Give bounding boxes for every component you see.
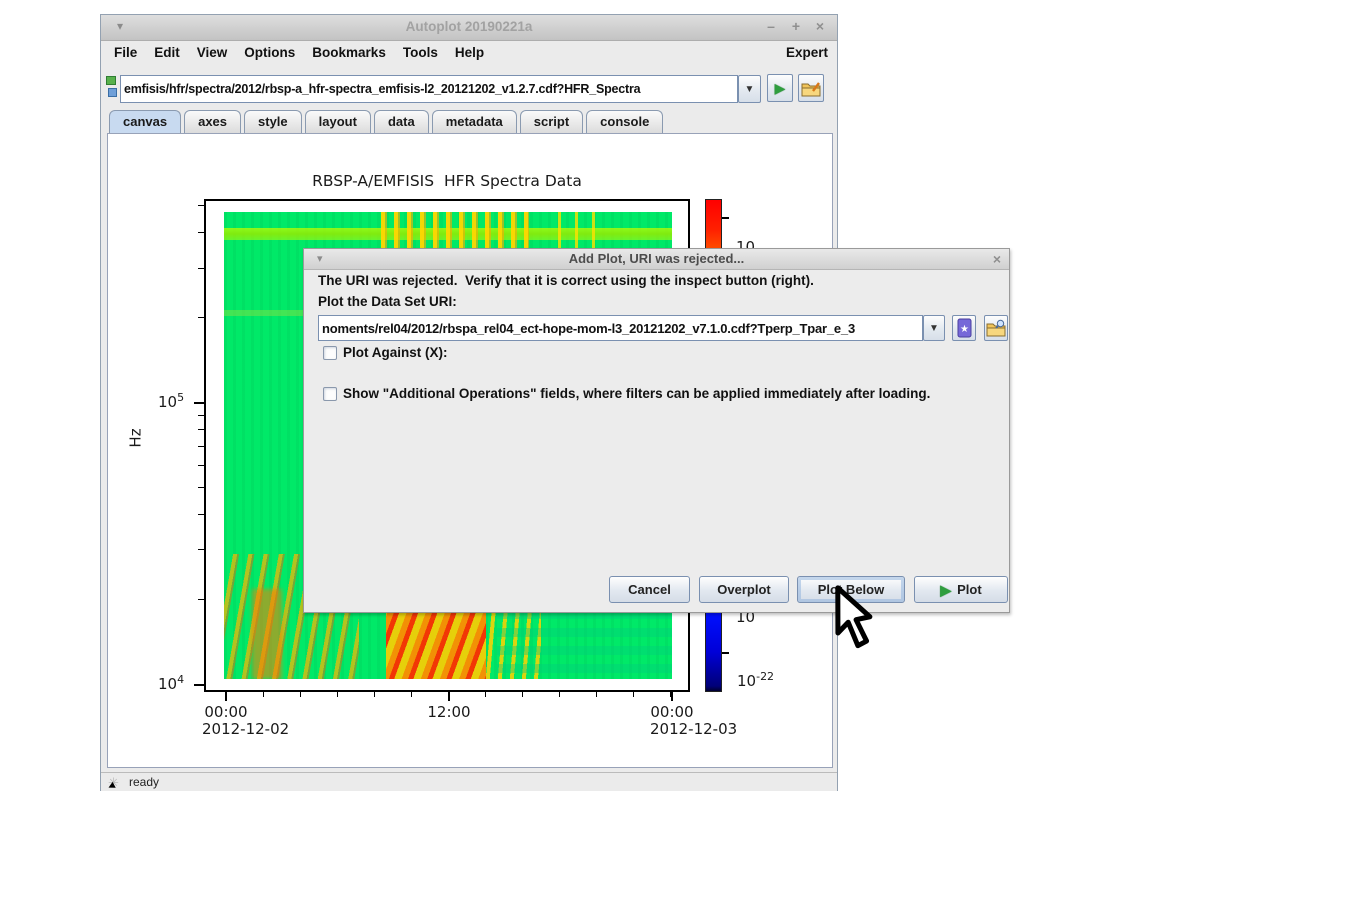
x-date-label[interactable]: 2012-12-03 <box>650 720 737 738</box>
cancel-button[interactable]: Cancel <box>609 576 690 603</box>
x-axis-minor-ticks <box>226 692 674 697</box>
y-axis-label[interactable]: Hz <box>127 428 145 447</box>
dialog-titlebar[interactable]: ▾ Add Plot, URI was rejected... × <box>304 249 1009 270</box>
menu-tools[interactable]: Tools <box>403 45 438 60</box>
play-icon: ▶ <box>940 581 952 598</box>
status-blue-square-icon <box>108 88 117 97</box>
additional-operations-label[interactable]: Show "Additional Operations" fields, whe… <box>343 386 930 401</box>
screen: ▾ Autoplot 20190221a – + × File Edit Vie… <box>0 0 1345 916</box>
expert-toggle[interactable]: Expert <box>786 45 828 60</box>
x-axis-tick <box>671 692 673 701</box>
folder-search-icon <box>986 319 1006 337</box>
window-title: Autoplot 20190221a <box>405 19 533 34</box>
minimize-button[interactable]: – <box>761 18 781 34</box>
dialog-title: Add Plot, URI was rejected... <box>568 251 745 266</box>
bookmark-book-icon: ★ <box>957 318 971 338</box>
mouse-cursor <box>826 584 878 659</box>
dialog-message: The URI was rejected. Verify that it is … <box>318 273 814 288</box>
tab-script[interactable]: script <box>519 110 584 133</box>
maximize-button[interactable]: + <box>786 18 806 34</box>
plot-button[interactable]: ▶ Plot <box>914 576 1008 603</box>
y-tick-label-1e5[interactable]: 105 <box>158 391 184 411</box>
x-tick-label[interactable]: 12:00 <box>418 703 480 721</box>
folder-edit-icon <box>801 81 821 96</box>
tab-bar: canvas axes style layout data metadata s… <box>109 110 664 133</box>
spectrogram-texture <box>544 212 604 250</box>
menu-edit[interactable]: Edit <box>154 45 180 60</box>
spectrogram-texture <box>374 212 529 252</box>
tab-canvas[interactable]: canvas <box>109 110 182 133</box>
plot-against-checkbox[interactable] <box>323 346 337 360</box>
plot-title: RBSP-A/EMFISIS HFR Spectra Data <box>312 172 582 190</box>
inspect-uri-button[interactable] <box>798 74 824 102</box>
status-text: ready <box>129 775 160 789</box>
menu-options[interactable]: Options <box>244 45 295 60</box>
menu-file[interactable]: File <box>114 45 137 60</box>
colorbar-tick <box>722 652 729 654</box>
uri-input[interactable] <box>120 75 738 103</box>
go-plot-button[interactable]: ▶ <box>767 74 793 102</box>
dialog-close-button[interactable]: × <box>993 251 1001 267</box>
tab-axes[interactable]: axes <box>184 110 242 133</box>
menu-bar: File Edit View Options Bookmarks Tools H… <box>101 42 837 63</box>
menu-help[interactable]: Help <box>455 45 484 60</box>
dialog-uri-label: Plot the Data Set URI: <box>318 294 457 309</box>
plot-against-label[interactable]: Plot Against (X): <box>343 345 448 360</box>
uri-dropdown-button[interactable]: ▼ <box>738 75 761 103</box>
tab-console[interactable]: console <box>586 110 664 133</box>
dialog-uri-input[interactable] <box>318 315 923 341</box>
svg-text:★: ★ <box>960 324 969 335</box>
tab-style[interactable]: style <box>244 110 302 133</box>
additional-operations-checkbox[interactable] <box>323 387 337 401</box>
x-tick-label[interactable]: 00:00 <box>195 703 257 721</box>
tab-layout[interactable]: layout <box>304 110 371 133</box>
tab-data[interactable]: data <box>373 110 429 133</box>
dialog-inspect-button[interactable] <box>984 315 1008 341</box>
y-axis-major-ticks <box>194 402 204 404</box>
y-axis-minor-ticks <box>198 205 204 206</box>
menu-bookmarks[interactable]: Bookmarks <box>312 45 386 60</box>
overplot-button[interactable]: Overplot <box>699 576 789 603</box>
x-axis-tick <box>225 692 227 701</box>
colorbar-label: 10-22 <box>737 670 775 690</box>
menu-view[interactable]: View <box>197 45 228 60</box>
x-tick-label[interactable]: 00:00 <box>641 703 703 721</box>
play-icon: ▶ <box>774 80 786 96</box>
status-green-square-icon <box>106 76 116 85</box>
close-button[interactable]: × <box>810 18 830 34</box>
dialog-uri-dropdown-button[interactable]: ▼ <box>923 315 945 341</box>
status-bar: ✳ ready <box>101 772 837 791</box>
tab-metadata[interactable]: metadata <box>431 110 517 133</box>
x-axis-tick <box>448 692 450 701</box>
x-date-label[interactable]: 2012-12-02 <box>202 720 289 738</box>
add-plot-dialog: ▾ Add Plot, URI was rejected... × The UR… <box>303 248 1010 613</box>
y-tick-label-1e4[interactable]: 104 <box>158 673 184 693</box>
dialog-bookmark-button[interactable]: ★ <box>952 315 976 341</box>
spectrogram-texture <box>252 589 282 679</box>
colorbar-tick <box>722 217 729 219</box>
datasource-status-icon <box>106 76 120 100</box>
busy-icon: ✳ <box>108 774 119 791</box>
window-titlebar[interactable]: ▾ Autoplot 20190221a – + × <box>101 15 837 41</box>
